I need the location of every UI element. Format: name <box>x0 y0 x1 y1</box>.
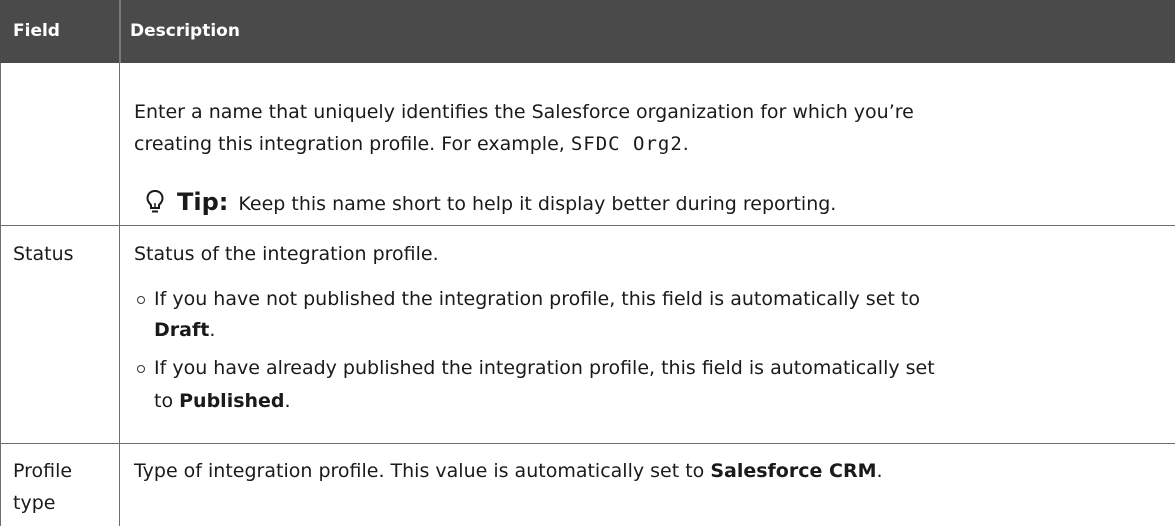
bullet-icon <box>137 365 145 373</box>
field-description-table: Field Description Enter a name that uniq… <box>0 0 1175 526</box>
tip-callout: Tip: Keep this name short to help it disp… <box>177 185 836 221</box>
bullet1-line2: Draft. <box>154 314 215 346</box>
salesforce-crm-value: Salesforce CRM <box>710 460 877 482</box>
bullet-icon <box>137 296 145 304</box>
row1-desc-line2-text: creating this integration profile. For e… <box>134 133 571 155</box>
bullet2-period: . <box>284 390 291 412</box>
table-header: Field Description <box>0 0 1175 63</box>
bullet2-line2: to Published. <box>154 385 291 417</box>
row1-desc-line2: creating this integration profile. For e… <box>134 128 689 160</box>
header-description: Description <box>130 21 240 41</box>
bullet2-prefix: to <box>154 390 180 412</box>
published-value: Published <box>179 390 285 412</box>
draft-value: Draft <box>154 319 210 341</box>
row-divider <box>0 443 1175 444</box>
row1-period: . <box>682 133 689 155</box>
row3-field-line2: type <box>13 492 56 514</box>
header-divider <box>119 0 121 63</box>
example-code: SFDC Org2 <box>570 133 683 155</box>
column-divider <box>119 63 120 526</box>
row2-desc: Status of the integration profile. <box>134 243 439 265</box>
tip-text: Keep this name short to help it display … <box>238 193 837 215</box>
bullet1-period: . <box>209 319 216 341</box>
row-divider <box>0 225 1175 226</box>
lightbulb-icon <box>146 189 164 213</box>
row3-field-line1: Profile <box>13 460 73 482</box>
row3-period: . <box>876 460 883 482</box>
header-field: Field <box>13 21 60 41</box>
row1-desc-line1: Enter a name that uniquely identifies th… <box>134 101 914 123</box>
row2-field: Status <box>13 243 74 265</box>
row3-desc: Type of integration profile. This value … <box>134 455 883 487</box>
bullet2-line1: If you have already published the integr… <box>154 357 935 379</box>
table-left-border <box>0 63 1 526</box>
tip-label: Tip: <box>177 188 229 216</box>
bullet1-line1: If you have not published the integratio… <box>154 288 920 310</box>
row3-desc-text: Type of integration profile. This value … <box>134 460 711 482</box>
